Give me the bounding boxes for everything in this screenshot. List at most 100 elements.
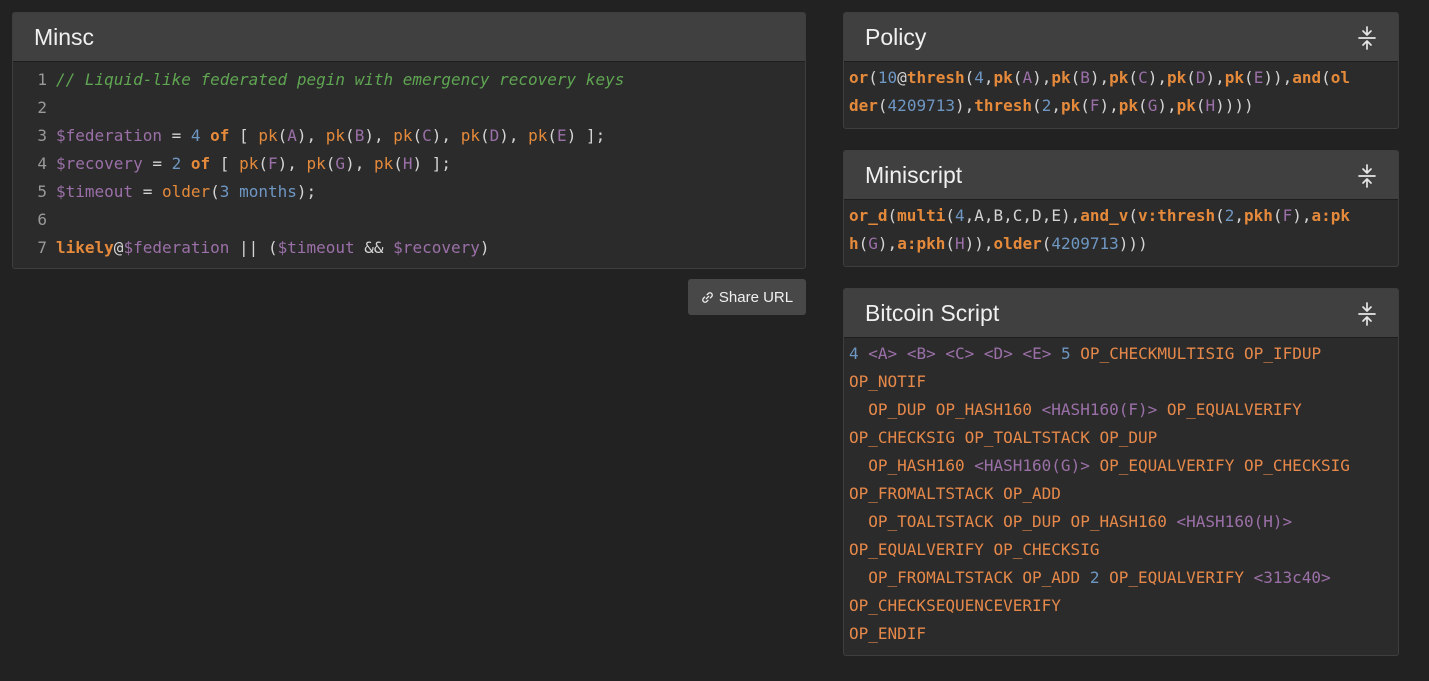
code-token: pk: [1051, 68, 1071, 87]
code-token: ),: [1147, 68, 1167, 87]
code-token: E: [1253, 68, 1264, 87]
code-token: OP_NOTIF: [849, 372, 927, 391]
share-url-button[interactable]: Share URL: [688, 279, 806, 315]
output-line: or_d(multi(4,A,B,C,D,E),and_v(v:thresh(2…: [849, 202, 1394, 230]
code-token: $federation: [123, 238, 230, 257]
line-content: likely@$federation || ($timeout && $reco…: [56, 234, 490, 262]
code-token: OP_DUP OP_HASH160: [849, 400, 1042, 419]
bitcoin-script-header: Bitcoin Script: [844, 289, 1398, 338]
code-token: (: [1128, 206, 1139, 225]
code-token: pk: [1176, 96, 1196, 115]
code-token: (: [258, 154, 268, 173]
code-token: OP_EQUALVERIFY OP_CHECKSIG: [1089, 456, 1350, 475]
code-token: (: [547, 126, 558, 145]
line-number: 1: [37, 70, 47, 89]
code-token: (: [345, 126, 355, 145]
code-token: pk: [393, 126, 413, 145]
code-token: likely: [56, 238, 114, 257]
code-token: (: [412, 126, 423, 145]
code-token: 4: [849, 344, 859, 363]
code-token: <E>: [1022, 344, 1052, 363]
code-line[interactable]: 5 $timeout = older(3 months);: [13, 178, 805, 206]
code-token: pk: [239, 154, 259, 173]
code-token: =: [142, 154, 172, 173]
collapse-icon[interactable]: [1356, 26, 1378, 50]
code-token: 5: [1061, 344, 1071, 363]
code-token: H: [402, 154, 413, 173]
code-token: G: [335, 154, 346, 173]
code-token: ,: [1051, 96, 1061, 115]
line-number: 3: [37, 126, 47, 145]
output-line: OP_DUP OP_HASH160 <HASH160(F)> OP_EQUALV…: [849, 396, 1394, 424]
code-line[interactable]: 6: [13, 206, 805, 234]
code-token: D: [489, 126, 500, 145]
minsc-title: Minsc: [34, 24, 95, 50]
miniscript-header: Miniscript: [844, 151, 1398, 200]
code-token: ),: [954, 96, 975, 115]
code-token: C: [1138, 68, 1148, 87]
output-line: OP_NOTIF: [849, 368, 1394, 396]
code-token: (: [1032, 96, 1042, 115]
code-line[interactable]: 3 $federation = 4 of [ pk(A), pk(B), pk(C…: [13, 122, 805, 150]
code-token: pk: [1060, 96, 1081, 115]
code-token: 2: [1041, 96, 1052, 115]
miniscript-title: Miniscript: [865, 162, 963, 188]
collapse-icon[interactable]: [1356, 302, 1378, 326]
code-token: (: [887, 206, 898, 225]
policy-header: Policy: [844, 13, 1398, 62]
code-token: or_d: [849, 206, 888, 225]
code-token: h: [849, 234, 859, 253]
code-token: (: [945, 206, 955, 225]
code-token: );: [296, 182, 317, 201]
code-token: || (: [229, 238, 278, 257]
code-token: OP_FROMALTSTACK OP_ADD: [849, 484, 1061, 503]
code-token: <HASH160(H)>: [1176, 512, 1293, 531]
code-token: 10: [877, 68, 898, 87]
code-token: @: [897, 68, 907, 87]
link-icon: [702, 291, 713, 303]
code-token: v:thresh: [1138, 206, 1216, 225]
code-editor[interactable]: 1 // Liquid-like federated pegin with eme…: [13, 62, 805, 268]
code-token: pk: [528, 126, 548, 145]
code-token: (: [479, 126, 490, 145]
code-token: $recovery: [56, 154, 143, 173]
output-line: der(4209713),thresh(2,pk(F),pk(G),pk(H))…: [849, 92, 1394, 120]
code-token: a:pk: [1311, 206, 1350, 225]
code-line[interactable]: 2: [13, 94, 805, 122]
miniscript-panel: Miniscript or_d(multi(4,A,B,C,D,E),and_v…: [843, 150, 1399, 267]
code-token: 3: [219, 182, 230, 201]
code-token: a:pkh: [897, 234, 946, 253]
code-token: F: [267, 154, 278, 173]
code-token: ,: [983, 68, 994, 87]
code-token: @: [113, 238, 124, 257]
code-token: der: [849, 96, 878, 115]
code-token: =: [161, 126, 191, 145]
line-content: // Liquid-like federated pegin with emer…: [56, 66, 624, 94]
code-line[interactable]: 4 $recovery = 2 of [ pk(F), pk(G), pk(H) …: [13, 150, 805, 178]
code-token: (: [393, 154, 403, 173]
code-token: )),: [1263, 68, 1293, 87]
code-token: )),: [964, 234, 994, 253]
code-line[interactable]: 7 likely@$federation || ($timeout && $rec…: [13, 234, 805, 262]
code-token: OP_CHECKMULTISIG OP_IFDUP: [1070, 344, 1322, 363]
code-token: (: [1070, 68, 1081, 87]
code-token: or: [849, 68, 869, 87]
code-token: A: [1022, 68, 1033, 87]
output-line: OP_TOALTSTACK OP_DUP OP_HASH160 <HASH160…: [849, 508, 1394, 536]
line-number: 6: [37, 210, 47, 229]
output-line: OP_FROMALTSTACK OP_ADD: [849, 480, 1394, 508]
code-token: (: [1128, 68, 1139, 87]
collapse-icon[interactable]: [1356, 164, 1378, 188]
code-token: pk: [306, 154, 326, 173]
code-token: <313c40>: [1253, 568, 1331, 587]
code-token: (: [325, 154, 336, 173]
code-token: OP_ENDIF: [849, 624, 927, 643]
code-token: pk: [325, 126, 346, 145]
code-token: 4209713: [1051, 234, 1119, 253]
code-line[interactable]: 1 // Liquid-like federated pegin with eme…: [13, 66, 805, 94]
code-token: G: [1147, 96, 1158, 115]
line-content: $recovery = 2 of [ pk(F), pk(G), pk(H) ]…: [56, 150, 451, 178]
